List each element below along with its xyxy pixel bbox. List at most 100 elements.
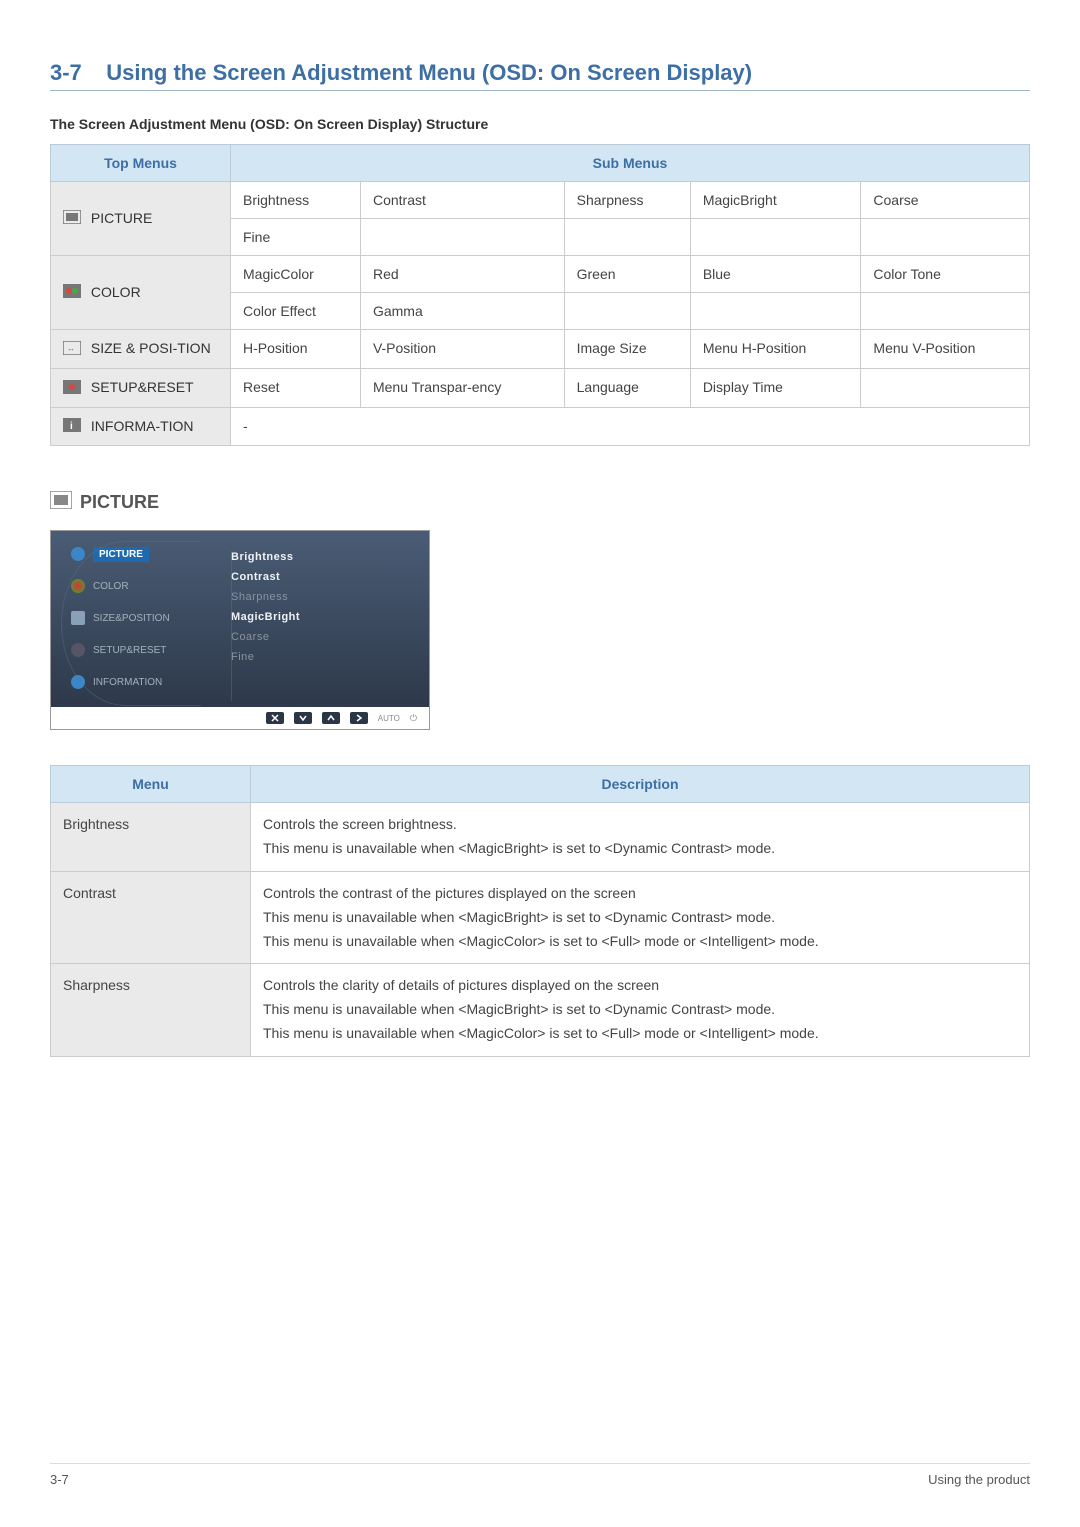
osd-nav-information: INFORMATION — [71, 673, 221, 691]
osd-close-icon — [266, 712, 284, 724]
menu-picture-label: PICTURE — [91, 210, 152, 226]
osd-nav-label: SIZE&POSITION — [93, 613, 170, 624]
cell — [861, 293, 1030, 330]
osd-option: Coarse — [231, 631, 401, 643]
cell: Menu V-Position — [861, 330, 1030, 369]
cell — [861, 368, 1030, 407]
cell: Brightness — [231, 182, 361, 219]
section-number: 3-7 — [50, 60, 82, 85]
description-header: Description — [251, 766, 1030, 803]
description-table: Menu Description Brightness Controls the… — [50, 765, 1030, 1056]
cell: Blue — [690, 256, 861, 293]
desc-line: This menu is unavailable when <MagicBrig… — [263, 837, 1017, 861]
page-footer: 3-7 Using the product — [50, 1463, 1030, 1487]
osd-nav-label: COLOR — [93, 581, 129, 592]
cell: Gamma — [360, 293, 564, 330]
picture-icon — [63, 210, 81, 227]
menu-picture: PICTURE — [51, 182, 231, 256]
cell: Red — [360, 256, 564, 293]
osd-nav-label: PICTURE — [93, 547, 149, 562]
top-menus-header: Top Menus — [51, 145, 231, 182]
cell: Menu H-Position — [690, 330, 861, 369]
cell: Color Effect — [231, 293, 361, 330]
desc-line: This menu is unavailable when <MagicColo… — [263, 1022, 1017, 1046]
svg-text:i: i — [70, 421, 73, 432]
structure-subheading: The Screen Adjustment Menu (OSD: On Scre… — [50, 116, 1030, 132]
menu-setup-reset: SETUP&RESET — [51, 368, 231, 407]
osd-right-icon — [350, 712, 368, 724]
osd-up-icon — [322, 712, 340, 724]
osd-down-icon — [294, 712, 312, 724]
cell: MagicBright — [690, 182, 861, 219]
cell — [564, 219, 690, 256]
cell — [360, 219, 564, 256]
osd-nav-label: SETUP&RESET — [93, 645, 166, 656]
cell: Contrast — [360, 182, 564, 219]
cell: Green — [564, 256, 690, 293]
menu-size-position: ↔ SIZE & POSI-TION — [51, 330, 231, 369]
osd-option: Sharpness — [231, 591, 401, 603]
setup-reset-icon — [63, 380, 81, 397]
menu-header: Menu — [51, 766, 251, 803]
desc-menu-sharpness: Sharpness — [51, 964, 251, 1056]
size-position-icon: ↔ — [63, 341, 81, 358]
cell — [564, 293, 690, 330]
osd-option: Contrast — [231, 571, 401, 583]
section-title: Using the Screen Adjustment Menu (OSD: O… — [106, 60, 752, 85]
osd-power-icon: ⏻ — [410, 713, 417, 724]
structure-table: Top Menus Sub Menus PICTURE Brightness C… — [50, 144, 1030, 446]
osd-nav-size-position: SIZE&POSITION — [71, 609, 221, 627]
cell: Display Time — [690, 368, 861, 407]
menu-information-label: INFORMA-TION — [91, 418, 194, 434]
cell: Color Tone — [861, 256, 1030, 293]
cell: MagicColor — [231, 256, 361, 293]
cell: Sharpness — [564, 182, 690, 219]
cell — [861, 219, 1030, 256]
cell: Reset — [231, 368, 361, 407]
color-icon — [63, 284, 81, 301]
cell: Language — [564, 368, 690, 407]
menu-color: COLOR — [51, 256, 231, 330]
osd-option: Brightness — [231, 551, 401, 563]
menu-size-position-label: SIZE & POSI-TION — [91, 340, 211, 356]
cell: H-Position — [231, 330, 361, 369]
information-icon: i — [63, 418, 81, 435]
footer-page-number: 3-7 — [50, 1472, 69, 1487]
cell: Fine — [231, 219, 361, 256]
desc-line: Controls the clarity of details of pictu… — [263, 974, 1017, 998]
cell: Coarse — [861, 182, 1030, 219]
cell: Menu Transpar-ency — [360, 368, 564, 407]
cell: Image Size — [564, 330, 690, 369]
desc-line: Controls the screen brightness. — [263, 813, 1017, 837]
osd-option: MagicBright — [231, 611, 401, 623]
section-heading: 3-7 Using the Screen Adjustment Menu (OS… — [50, 60, 1030, 86]
desc-line: Controls the contrast of the pictures di… — [263, 882, 1017, 906]
section-divider — [50, 90, 1030, 91]
cell: - — [231, 407, 1030, 446]
picture-heading-label: PICTURE — [80, 492, 159, 513]
desc-line: This menu is unavailable when <MagicBrig… — [263, 998, 1017, 1022]
osd-screenshot: PICTURE COLOR SIZE&POSITION SETUP&RESET … — [50, 530, 430, 730]
picture-icon — [50, 491, 72, 514]
svg-text:↔: ↔ — [67, 344, 75, 353]
sub-menus-header: Sub Menus — [231, 145, 1030, 182]
osd-nav-picture: PICTURE — [71, 545, 221, 563]
osd-auto-label: AUTO — [378, 714, 400, 723]
cell — [690, 293, 861, 330]
desc-line: This menu is unavailable when <MagicBrig… — [263, 906, 1017, 930]
desc-text: Controls the clarity of details of pictu… — [251, 964, 1030, 1056]
picture-section-heading: PICTURE — [50, 491, 1030, 514]
desc-text: Controls the screen brightness. This men… — [251, 803, 1030, 872]
osd-nav-color: COLOR — [71, 577, 221, 595]
desc-menu-brightness: Brightness — [51, 803, 251, 872]
menu-setup-reset-label: SETUP&RESET — [91, 379, 194, 395]
cell: V-Position — [360, 330, 564, 369]
menu-information: i INFORMA-TION — [51, 407, 231, 446]
osd-nav-label: INFORMATION — [93, 677, 162, 688]
osd-option: Fine — [231, 651, 401, 663]
menu-color-label: COLOR — [91, 284, 141, 300]
osd-nav-setup-reset: SETUP&RESET — [71, 641, 221, 659]
footer-section-name: Using the product — [928, 1472, 1030, 1487]
desc-menu-contrast: Contrast — [51, 871, 251, 963]
desc-text: Controls the contrast of the pictures di… — [251, 871, 1030, 963]
